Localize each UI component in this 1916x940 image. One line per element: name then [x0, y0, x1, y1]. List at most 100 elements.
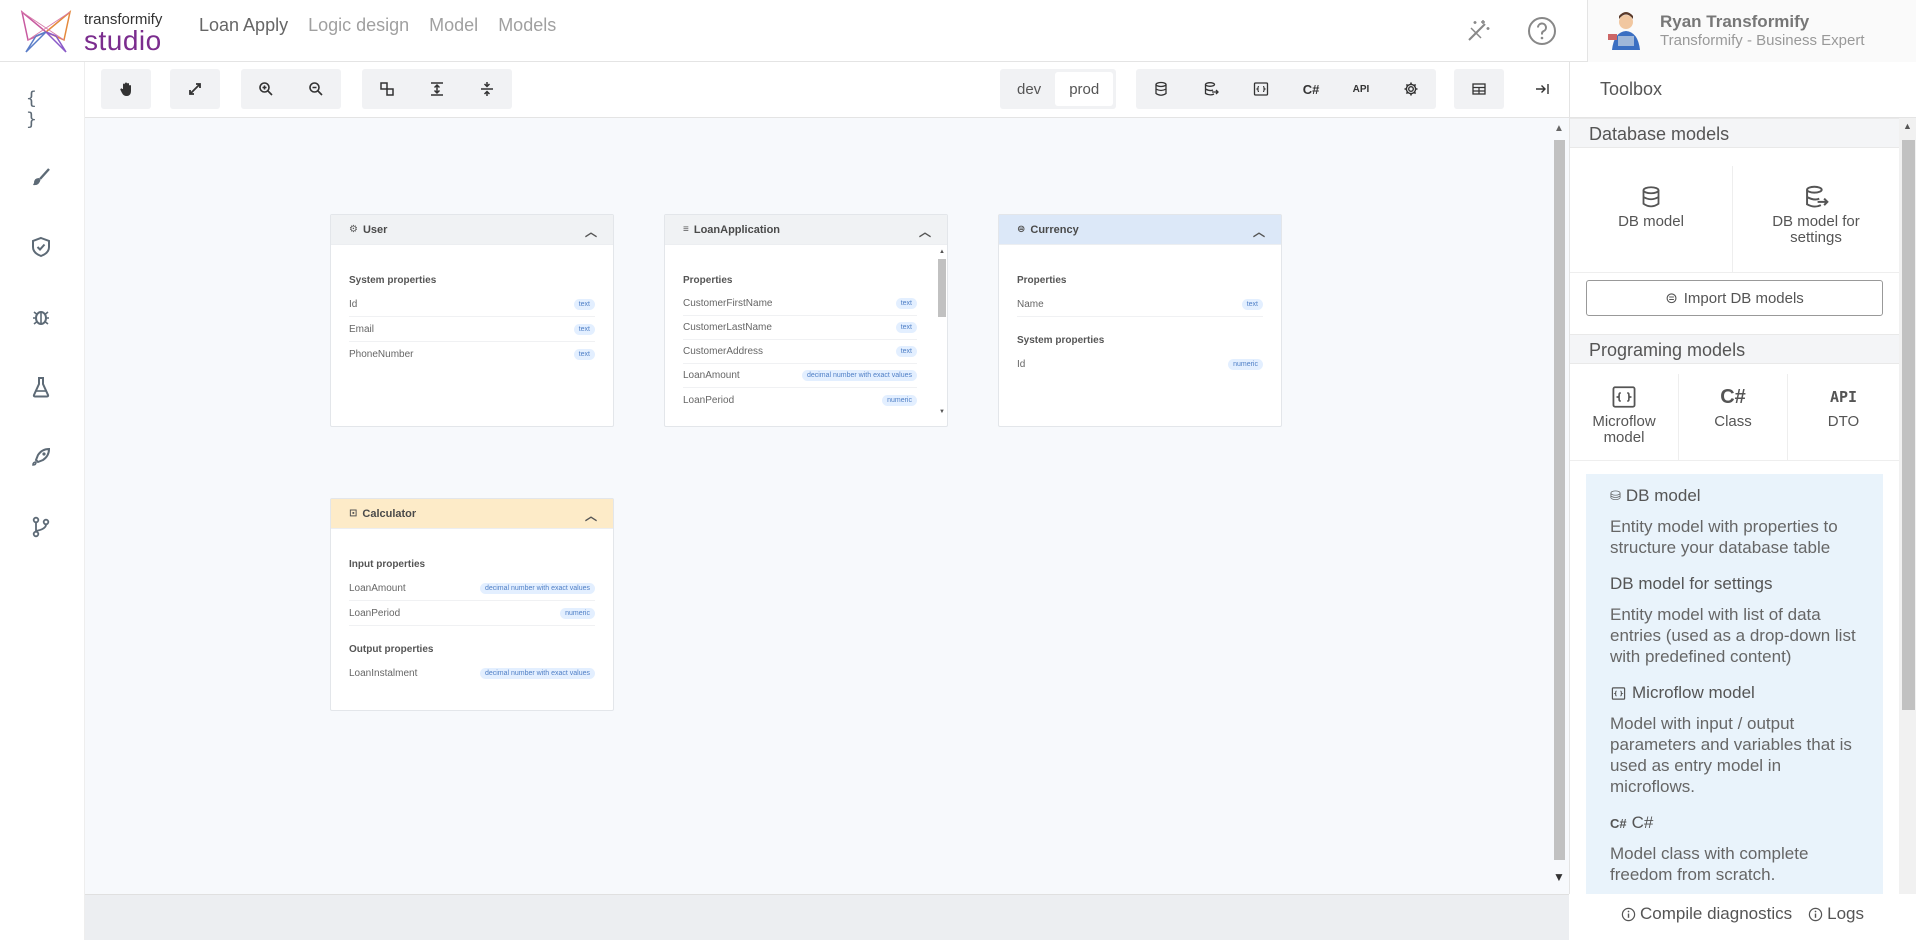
model-canvas[interactable]: ⚙ User ︿ System properties Id text Email t… [85, 118, 1549, 894]
property-row[interactable]: LoanAmount decimal number with exact valu… [349, 576, 595, 601]
property-row[interactable]: Id numeric [1017, 352, 1263, 377]
link-label: Compile diagnostics [1640, 904, 1793, 923]
expand-diagonal-icon[interactable] [170, 69, 220, 109]
microflow-model-tile[interactable]: Microflow model [1570, 374, 1679, 460]
import-db-models-button[interactable]: ⊜ Import DB models [1586, 280, 1883, 316]
property-row[interactable]: CustomerFirstName text [683, 292, 917, 316]
compile-diagnostics-link[interactable]: Compile diagnostics [1621, 904, 1792, 924]
chevron-up-icon[interactable]: ︿ [1253, 223, 1265, 240]
table-icon[interactable] [1454, 69, 1504, 109]
scroll-thumb[interactable] [938, 259, 946, 317]
app-logo[interactable]: transformify studio [16, 10, 168, 56]
tile-label: Class [1714, 413, 1752, 430]
db-model-tile[interactable]: DB model [1570, 166, 1733, 272]
property-row[interactable]: PhoneNumber text [349, 342, 595, 367]
property-name: Email [349, 323, 375, 335]
class-tile[interactable]: C# Class [1679, 374, 1788, 460]
property-row[interactable]: LoanAmount decimal number with exact valu… [683, 364, 917, 388]
brush-icon[interactable] [26, 162, 56, 192]
canvas-scrollbar[interactable]: ▲ ▼ [1549, 118, 1569, 894]
pan-hand-icon[interactable] [101, 69, 151, 109]
nav-logic-design[interactable]: Logic design [308, 15, 409, 36]
info-desc: Model class with complete freedom from s… [1610, 844, 1809, 884]
bug-icon[interactable] [26, 302, 56, 332]
toolbox-scrollbar[interactable]: ▲ [1899, 118, 1916, 894]
property-row[interactable]: CustomerAddress text [683, 340, 917, 364]
help-icon[interactable] [1527, 16, 1557, 46]
braces-icon[interactable]: { } [26, 88, 56, 130]
entity-loan-application[interactable]: ≡ LoanApplication ︿ Properties CustomerF… [664, 214, 948, 427]
api-dto-icon[interactable]: API [1336, 69, 1386, 109]
nav-models[interactable]: Models [498, 15, 556, 36]
property-name: CustomerAddress [683, 346, 764, 357]
scroll-thumb[interactable] [1902, 140, 1915, 710]
entity-calculator[interactable]: ⊡ Calculator ︿ Input properties LoanAmou… [330, 498, 614, 711]
gear-small-icon: ⚙ [349, 224, 358, 235]
env-dev-button[interactable]: dev [1003, 72, 1055, 106]
zoom-in-icon[interactable] [241, 69, 291, 109]
property-row[interactable]: LoanInstalment decimal number with exact … [349, 661, 595, 686]
tile-label: DB model [1618, 213, 1684, 230]
canvas-toolbar: dev prod C# API [85, 62, 1569, 118]
property-row[interactable]: Name text [1017, 292, 1263, 317]
scroll-down-arrow-icon[interactable]: ▼ [939, 409, 945, 415]
chevron-up-icon[interactable]: ︿ [585, 507, 597, 524]
rocket-icon[interactable] [26, 442, 56, 472]
chevron-up-icon[interactable]: ︿ [919, 223, 931, 240]
grid-view-group [1454, 69, 1504, 109]
tile-label: DB model for settings [1772, 213, 1860, 246]
shield-check-icon[interactable] [26, 232, 56, 262]
info-title-text: DB model for settings [1610, 574, 1773, 593]
branch-icon[interactable] [26, 512, 56, 542]
property-row[interactable]: CustomerLastName text [683, 316, 917, 340]
entity-currency[interactable]: ⊜ Currency ︿ Properties Name text System … [998, 214, 1282, 427]
magic-wand-icon[interactable] [1463, 16, 1493, 46]
gear-icon[interactable] [1386, 69, 1436, 109]
entity-header[interactable]: ⚙ User ︿ [331, 215, 613, 245]
align-center-icon[interactable] [462, 69, 512, 109]
entity-scrollbar[interactable]: ▲ ▼ [938, 249, 946, 419]
info-title-db-model: ⛁ DB model [1610, 486, 1859, 506]
brand-big-text: studio [84, 25, 162, 56]
info-desc: Model with input / output parameters and… [1610, 714, 1852, 796]
chevron-up-icon[interactable]: ︿ [585, 223, 597, 240]
entity-user[interactable]: ⚙ User ︿ System properties Id text Email t… [330, 214, 614, 427]
property-row[interactable]: Id text [349, 292, 595, 317]
property-row[interactable]: LoanPeriod numeric [683, 388, 917, 412]
fit-group [170, 69, 220, 109]
arrange-icon[interactable] [362, 69, 412, 109]
zoom-out-icon[interactable] [291, 69, 341, 109]
entity-header[interactable]: ⊡ Calculator ︿ [331, 499, 613, 529]
divider [1570, 460, 1899, 461]
entity-header[interactable]: ≡ LoanApplication ︿ [665, 215, 947, 245]
property-row[interactable]: LoanPeriod numeric [349, 601, 595, 626]
nav-loan-apply[interactable]: Loan Apply [199, 15, 288, 36]
scroll-thumb[interactable] [1554, 140, 1565, 860]
logs-link[interactable]: Logs [1808, 904, 1864, 924]
toolbox-panel: Toolbox Database models DB model DB mode… [1569, 62, 1916, 894]
align-vertical-icon[interactable] [412, 69, 462, 109]
toolbox-header: Toolbox [1570, 62, 1916, 118]
flask-icon[interactable] [26, 372, 56, 402]
database-icon[interactable] [1136, 69, 1186, 109]
scroll-up-arrow-icon[interactable]: ▲ [1903, 121, 1912, 131]
scroll-up-arrow-icon[interactable]: ▲ [939, 249, 945, 255]
scroll-down-arrow-icon[interactable]: ▼ [1553, 870, 1565, 884]
toolbox-title: Toolbox [1600, 79, 1663, 99]
collapse-panel-icon[interactable] [1517, 69, 1567, 109]
env-prod-button[interactable]: prod [1055, 72, 1114, 106]
scroll-up-arrow-icon[interactable]: ▲ [1554, 123, 1564, 134]
database-models-section: Database models [1570, 118, 1899, 148]
environment-switch: dev prod [1000, 69, 1117, 109]
entity-header[interactable]: ⊜ Currency ︿ [999, 215, 1281, 245]
property-row[interactable]: Email text [349, 317, 595, 342]
db-model-settings-tile[interactable]: DB model for settings [1733, 166, 1899, 272]
database-settings-icon[interactable] [1186, 69, 1236, 109]
butterfly-logo-icon [20, 10, 72, 53]
microflow-icon[interactable] [1236, 69, 1286, 109]
nav-model[interactable]: Model [429, 15, 478, 36]
csharp-class-icon[interactable]: C# [1286, 69, 1336, 109]
property-name: LoanPeriod [349, 607, 401, 619]
dto-tile[interactable]: API DTO [1788, 374, 1899, 460]
user-profile[interactable]: Ryan Transformify Transformify - Busines… [1587, 0, 1916, 62]
